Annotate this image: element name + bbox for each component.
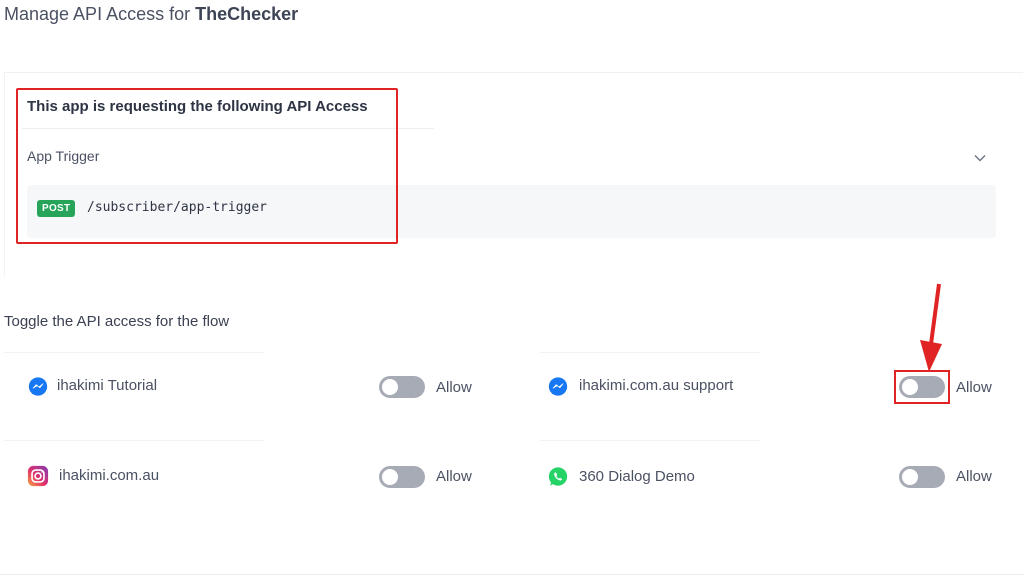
allow-toggle[interactable] — [899, 376, 945, 398]
flows-section-title: Toggle the API access for the flow — [4, 313, 230, 330]
page-title: Manage API Access for TheChecker — [4, 4, 298, 25]
app-name: TheChecker — [195, 4, 299, 24]
whatsapp-icon — [548, 467, 568, 486]
flow-name: ihakimi.com.au support — [579, 377, 734, 394]
page-title-prefix: Manage API Access for — [4, 4, 191, 24]
app-trigger-label: App Trigger — [27, 148, 100, 164]
flow-name: ihakimi.com.au — [59, 467, 160, 484]
endpoint-row: POST /subscriber/app-trigger — [27, 185, 996, 238]
flow-name: 360 Dialog Demo — [579, 468, 695, 485]
divider — [22, 128, 434, 129]
allow-label: Allow — [956, 379, 992, 396]
method-badge: POST — [37, 200, 76, 217]
messenger-icon — [28, 377, 48, 396]
allow-toggle[interactable] — [379, 376, 425, 398]
allow-label: Allow — [956, 468, 992, 485]
toggle-knob — [382, 469, 398, 485]
divider — [0, 574, 1024, 575]
api-request-heading: This app is requesting the following API… — [27, 98, 368, 115]
messenger-icon — [548, 377, 568, 396]
instagram-icon — [27, 465, 49, 487]
chevron-down-icon[interactable] — [972, 150, 988, 166]
toggle-knob — [902, 469, 918, 485]
flow-name: ihakimi Tutorial — [57, 377, 158, 394]
toggle-knob — [902, 379, 918, 395]
toggle-knob — [382, 379, 398, 395]
allow-toggle[interactable] — [379, 466, 425, 488]
allow-toggle[interactable] — [899, 466, 945, 488]
allow-label: Allow — [436, 379, 472, 396]
allow-label: Allow — [436, 468, 472, 485]
endpoint-path: /subscriber/app-trigger — [87, 200, 268, 215]
arrow-annotation — [920, 283, 942, 372]
